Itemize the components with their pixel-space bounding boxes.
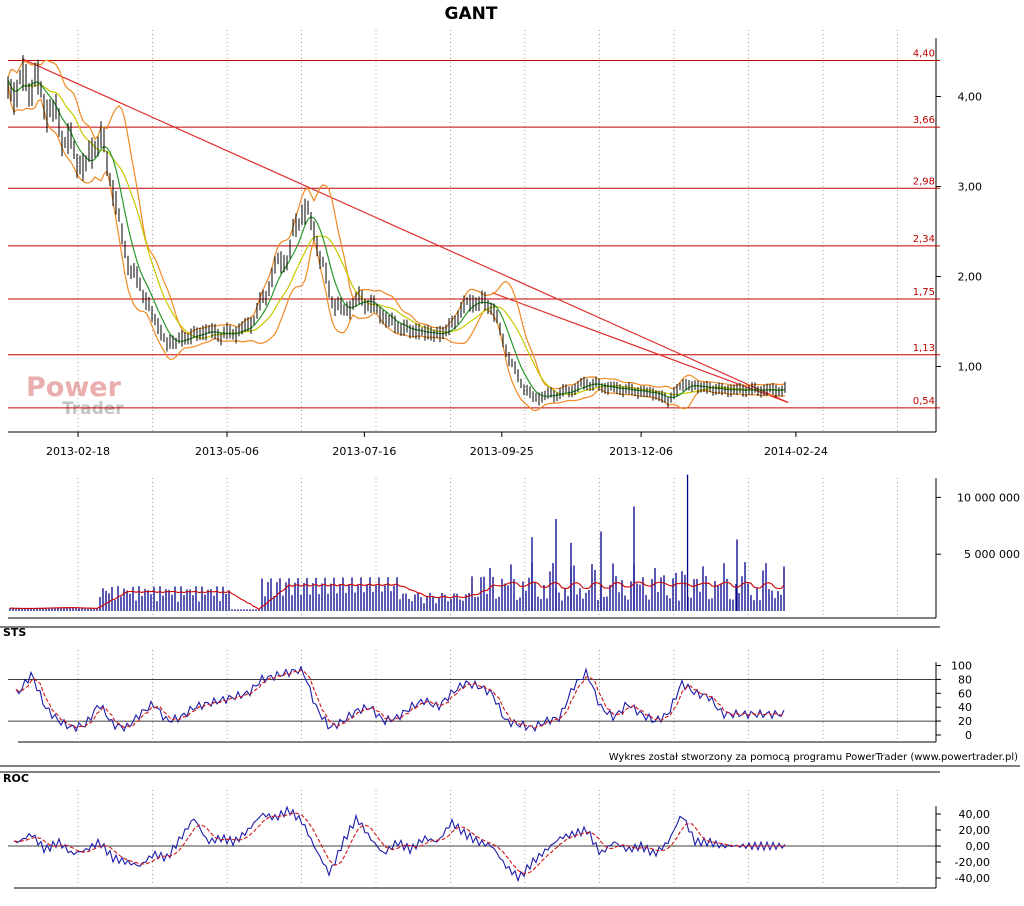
level-label: 0,54	[913, 396, 935, 407]
roc-y-tick-label: 0,00	[966, 840, 991, 853]
sts-panel-label: STS	[3, 626, 26, 639]
volume-panel: 5 000 000 10 000 000	[8, 474, 1020, 619]
trendline	[21, 58, 789, 404]
price-x-tick-label: 2013-07-16	[332, 445, 396, 458]
level-label: 1,13	[913, 343, 935, 354]
roc-y-tick-label: 40,00	[959, 808, 991, 821]
price-x-tick-label: 2013-05-06	[195, 445, 259, 458]
roc-y-tick-label: -40,00	[955, 872, 990, 885]
volume-y-tick-label: 5 000 000	[964, 548, 1020, 561]
price-x-tick-label: 2013-12-06	[609, 445, 673, 458]
chart-title: GANT	[445, 4, 498, 24]
price-panel: 4,40 3,66 2,98 2,34 1,75 1,13 0,54 1,00 2,00 3,00…	[7, 38, 983, 458]
roc-line	[13, 805, 786, 883]
price-y-tick-label: 3,00	[958, 181, 983, 194]
price-y-tick-label: 1,00	[958, 361, 983, 374]
level-label: 1,75	[913, 287, 935, 298]
level-label: 2,34	[913, 234, 935, 245]
price-x-tick-label: 2013-09-25	[470, 445, 534, 458]
price-x-tick-label: 2013-02-18	[46, 445, 110, 458]
trendline	[491, 292, 789, 404]
sts-y-tick-label: 20	[958, 715, 972, 728]
price-x-tick-label: 2014-02-24	[764, 445, 828, 458]
sts-line	[15, 665, 785, 733]
sts-y-tick-label: 40	[958, 701, 972, 714]
volume-y-tick-label: 10 000 000	[957, 491, 1020, 504]
level-label: 2,98	[913, 176, 935, 187]
chart-title-group: GANT	[445, 4, 498, 24]
logo-text-trader: Trader	[62, 399, 124, 419]
roc-y-tick-label: 20,00	[959, 824, 991, 837]
sts-y-tick-label: 0	[965, 729, 972, 742]
moving-average-short	[7, 79, 786, 399]
roc-panel-label: ROC	[3, 772, 29, 785]
roc-panel: ROC -40,00 -20,00 0,00 20,00 40,00	[0, 771, 991, 889]
level-label: 4,40	[913, 49, 935, 60]
price-y-tick-label: 2,00	[958, 271, 983, 284]
price-y-tick-label: 4,00	[958, 91, 983, 104]
sts-y-tick-label: 80	[958, 673, 972, 686]
sts-y-tick-label: 60	[958, 687, 972, 700]
bollinger-upper-band	[7, 59, 786, 390]
roc-y-tick-label: -20,00	[955, 856, 990, 869]
sts-panel: STS 020406080100	[0, 626, 1020, 767]
powertrader-logo: Power Trader	[26, 372, 124, 419]
stock-chart: GANT Power Trader 4,40 3,66 2,98 2,34 1,75 1,…	[0, 4, 1020, 889]
sts-y-tick-label: 100	[951, 660, 972, 673]
level-label: 3,66	[913, 115, 935, 126]
footer-credit: Wykres został stworzony za pomocą progra…	[609, 752, 1018, 763]
